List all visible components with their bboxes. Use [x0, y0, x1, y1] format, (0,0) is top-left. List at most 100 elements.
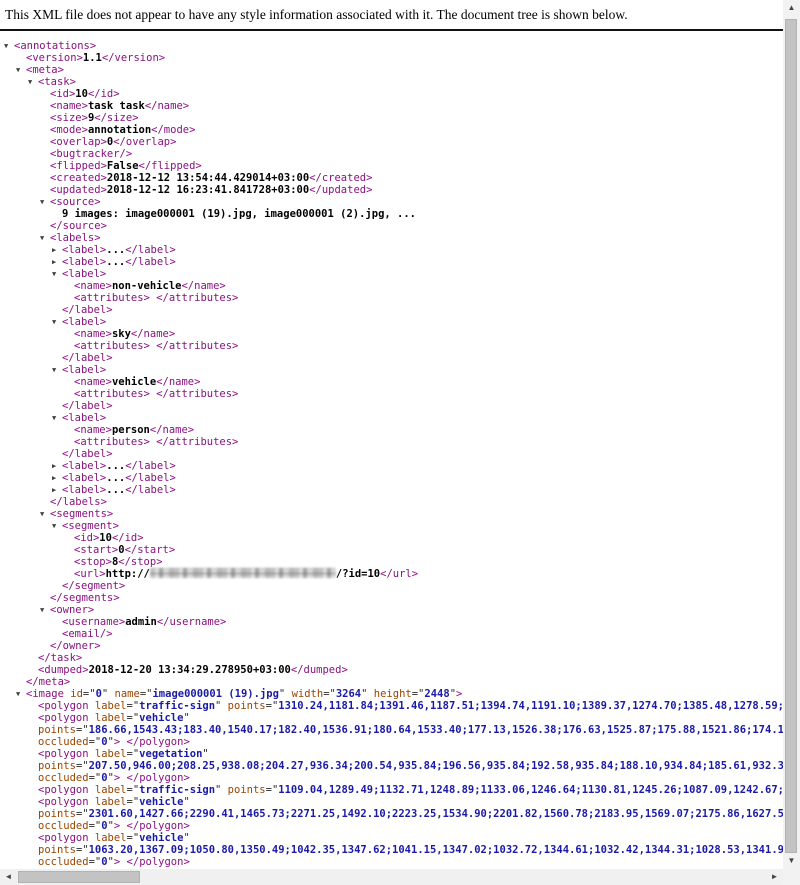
xml-token: <label>	[62, 244, 106, 256]
collapse-arrow-icon[interactable]: ▼	[16, 65, 20, 75]
xml-token: </attributes>	[156, 436, 238, 448]
xml-token: vehicle	[139, 832, 183, 844]
xml-token: 2448	[424, 688, 449, 700]
xml-token: vegetation	[139, 748, 202, 760]
xml-token: </label>	[125, 244, 176, 256]
xml-line: points="1063.20,1367.09;1050.80,1350.49;…	[0, 844, 783, 856]
xml-token: sky	[112, 328, 131, 340]
xml-token: </created>	[309, 172, 372, 184]
xml-line: points="186.66,1543.43;183.40,1540.17;18…	[0, 724, 783, 736]
xml-token: </dumped>	[291, 664, 348, 676]
collapse-arrow-icon[interactable]: ▼	[52, 413, 56, 423]
expand-arrow-icon[interactable]: ▶	[52, 473, 56, 483]
xml-token: </stop>	[118, 556, 162, 568]
vertical-scrollbar-thumb[interactable]	[785, 19, 797, 853]
collapse-arrow-icon[interactable]: ▼	[40, 197, 44, 207]
xml-token: <attributes>	[74, 388, 150, 400]
xml-line: ▼ <label>	[0, 268, 783, 280]
xml-token: <label>	[62, 268, 106, 280]
xml-token: label	[89, 796, 127, 808]
xml-token: 10	[75, 88, 88, 100]
expand-arrow-icon[interactable]: ▶	[52, 461, 56, 471]
xml-token: <attributes>	[74, 292, 150, 304]
xml-line: <polygon label="vehicle"	[0, 712, 783, 724]
xml-token: points	[38, 724, 76, 736]
collapse-arrow-icon[interactable]: ▼	[4, 41, 8, 51]
xml-token: points	[38, 808, 76, 820]
xml-token: ...	[106, 244, 125, 256]
xml-token: <url>	[74, 568, 106, 580]
xml-token: </start>	[125, 544, 176, 556]
xml-line: <url>http:///?id=10</url>	[0, 568, 783, 580]
horizontal-scrollbar[interactable]: ◄ ►	[0, 869, 783, 885]
collapse-arrow-icon[interactable]: ▼	[52, 317, 56, 327]
collapse-arrow-icon[interactable]: ▼	[16, 689, 20, 699]
collapse-arrow-icon[interactable]: ▼	[52, 269, 56, 279]
xml-token: </attributes>	[156, 292, 238, 304]
xml-token: </polygon>	[127, 772, 190, 784]
xml-token: points	[221, 784, 265, 796]
vertical-scrollbar[interactable]: ▲ ▼	[783, 0, 800, 869]
expand-arrow-icon[interactable]: ▶	[52, 245, 56, 255]
collapse-arrow-icon[interactable]: ▼	[52, 521, 56, 531]
scroll-right-button[interactable]: ►	[766, 869, 783, 885]
xml-token: ="	[323, 688, 336, 700]
xml-token: <flipped>	[50, 160, 107, 172]
xml-token: 3264	[336, 688, 361, 700]
xml-token: </task>	[38, 652, 82, 664]
xml-token: </label>	[62, 352, 113, 364]
scroll-left-button[interactable]: ◄	[0, 869, 17, 885]
xml-token: </mode>	[151, 124, 195, 136]
xml-line: 9 images: image000001 (19).jpg, image000…	[0, 208, 783, 220]
xml-token: 2018-12-12 16:23:41.841728+03:00	[107, 184, 309, 196]
scroll-up-button[interactable]: ▲	[783, 0, 800, 16]
xml-token: <label>	[62, 316, 106, 328]
expand-arrow-icon[interactable]: ▶	[52, 257, 56, 267]
xml-line: <polygon label="traffic-sign" points="13…	[0, 700, 783, 712]
xml-token: </name>	[156, 376, 200, 388]
xml-token: <overlap>	[50, 136, 107, 148]
xml-line: </label>	[0, 448, 783, 460]
xml-token: <version>	[26, 52, 83, 64]
xml-line: <start>0</start>	[0, 544, 783, 556]
xml-line: ▶ <label>...</label>	[0, 244, 783, 256]
xml-token: height	[367, 688, 411, 700]
xml-token: 1.1	[83, 52, 102, 64]
xml-token: </id>	[88, 88, 120, 100]
xml-line: </labels>	[0, 496, 783, 508]
xml-token: ="	[127, 712, 140, 724]
collapse-arrow-icon[interactable]: ▼	[40, 509, 44, 519]
xml-token: <polygon	[38, 748, 89, 760]
xml-line: ▼<segment>	[0, 520, 783, 532]
xml-token: occluded	[38, 736, 89, 748]
xml-token: <segments>	[50, 508, 113, 520]
xml-token: <label>	[62, 412, 106, 424]
xml-token: <polygon	[38, 796, 89, 808]
scroll-down-button[interactable]: ▼	[783, 853, 800, 869]
collapse-arrow-icon[interactable]: ▼	[28, 77, 32, 87]
xml-token: <meta>	[26, 64, 64, 76]
xml-line: <created>2018-12-12 13:54:44.429014+03:0…	[0, 172, 783, 184]
xml-line: <id>10</id>	[0, 88, 783, 100]
xml-token: http://	[106, 568, 150, 580]
xml-token: </segment>	[62, 580, 125, 592]
xml-token: "	[183, 796, 189, 808]
xml-token: </name>	[181, 280, 225, 292]
xml-token: <name>	[74, 280, 112, 292]
xml-token: ="	[76, 844, 89, 856]
horizontal-scrollbar-thumb[interactable]	[18, 871, 140, 883]
expand-arrow-icon[interactable]: ▶	[52, 485, 56, 495]
xml-token: ...	[106, 484, 125, 496]
xml-token: <annotations>	[14, 40, 96, 52]
collapse-arrow-icon[interactable]: ▼	[52, 365, 56, 375]
xml-token: </name>	[131, 328, 175, 340]
xml-token: "	[183, 832, 189, 844]
collapse-arrow-icon[interactable]: ▼	[40, 233, 44, 243]
collapse-arrow-icon[interactable]: ▼	[40, 605, 44, 615]
xml-token: </polygon>	[127, 856, 190, 868]
xml-token: <created>	[50, 172, 107, 184]
xml-line: <flipped>False</flipped>	[0, 160, 783, 172]
xml-token: </polygon>	[127, 820, 190, 832]
xml-token: 9 images: image000001 (19).jpg, image000…	[62, 208, 416, 220]
xml-token: <label>	[62, 256, 106, 268]
